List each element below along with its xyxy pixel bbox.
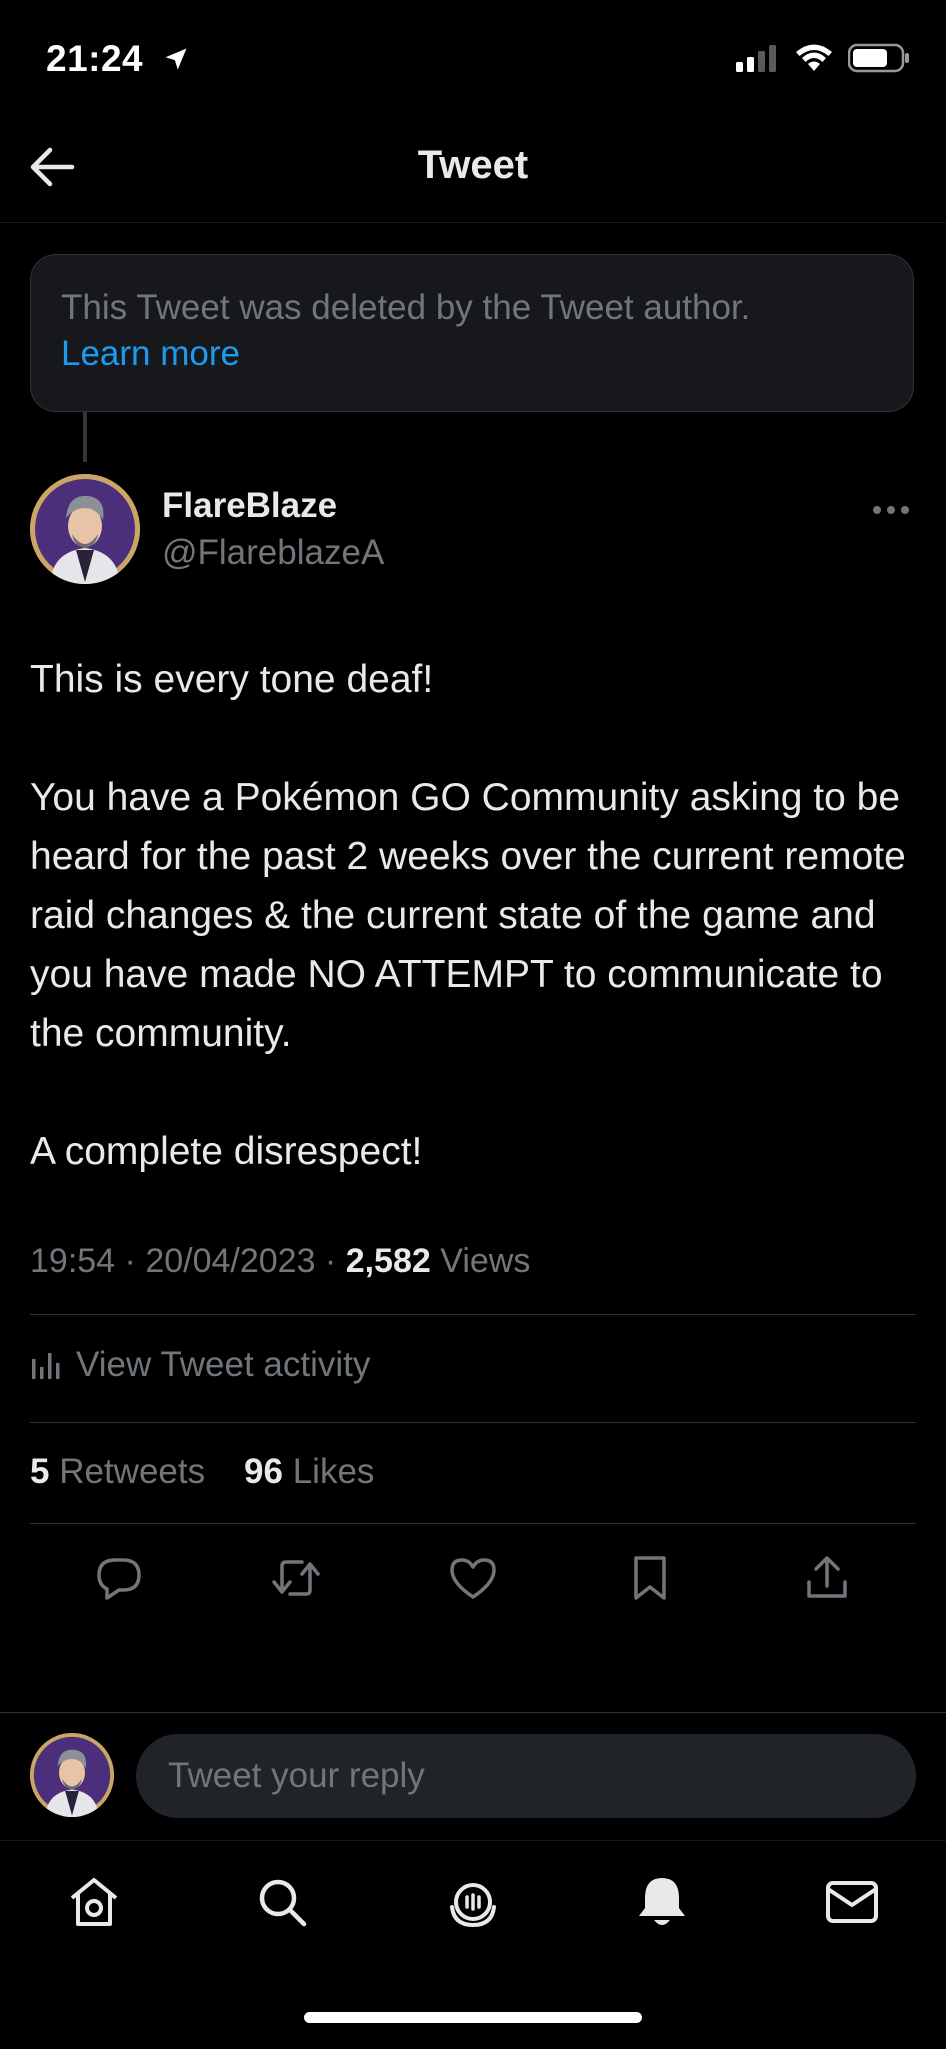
tweet-time: 19:54: [30, 1242, 116, 1280]
battery-icon: [847, 43, 910, 78]
reply-input[interactable]: [136, 1734, 916, 1818]
author-name[interactable]: FlareBlaze: [162, 486, 337, 526]
notifications-icon: [639, 1878, 685, 1925]
bookmark-button[interactable]: [610, 1548, 690, 1608]
views-count: 2,582: [345, 1242, 431, 1280]
reply-icon: [96, 1558, 141, 1600]
divider: [30, 1422, 916, 1423]
like-button[interactable]: [433, 1548, 513, 1608]
tweet-text: This is every tone deaf! You have a Poké…: [30, 650, 920, 1181]
like-icon: [450, 1558, 496, 1599]
page-title: Tweet: [417, 143, 529, 187]
reply-button[interactable]: [79, 1548, 159, 1608]
deleted-notice-text: This Tweet was deleted by the Tweet auth…: [61, 288, 751, 327]
views-label: Views: [440, 1242, 531, 1280]
status-time-text: 21:24: [46, 38, 144, 79]
wifi-icon: [794, 43, 834, 78]
status-indicators: [736, 40, 910, 80]
bookmark-icon: [634, 1556, 666, 1600]
engagement-stats: 5 Retweets 96 Likes: [30, 1452, 374, 1492]
divider: [30, 1523, 916, 1524]
retweet-button[interactable]: [256, 1548, 336, 1608]
home-icon: [70, 1878, 118, 1926]
author-handle[interactable]: @FlareblazeA: [162, 533, 384, 573]
tweet-paragraph: A complete disrespect!: [30, 1130, 423, 1173]
home-indicator[interactable]: [304, 2012, 642, 2023]
status-time: 21:24: [46, 38, 190, 82]
tweet-meta: 19:54 · 20/04/2023 · 2,582 Views: [30, 1242, 531, 1280]
more-options-button[interactable]: [872, 503, 910, 521]
analytics-icon: [32, 1353, 60, 1379]
tab-spaces[interactable]: [443, 1872, 503, 1932]
deleted-tweet-notice: This Tweet was deleted by the Tweet auth…: [30, 254, 914, 412]
tab-notifications[interactable]: [632, 1872, 692, 1932]
header-divider: [0, 222, 946, 223]
retweet-icon: [272, 1560, 320, 1596]
tab-search[interactable]: [252, 1872, 312, 1932]
location-arrow-icon: [162, 40, 190, 82]
likes-label: Likes: [292, 1452, 375, 1491]
user-avatar[interactable]: [30, 1733, 114, 1817]
tab-home[interactable]: [64, 1872, 124, 1932]
view-activity-button[interactable]: View Tweet activity: [30, 1345, 370, 1385]
tweet-paragraph: You have a Pokémon GO Community asking t…: [30, 776, 906, 1055]
retweets-label: Retweets: [59, 1452, 206, 1491]
tweet-date: 20/04/2023: [145, 1242, 316, 1280]
learn-more-link[interactable]: Learn more: [61, 331, 883, 377]
likes-count: 96: [244, 1452, 283, 1491]
share-icon: [807, 1556, 848, 1598]
likes-stat[interactable]: 96 Likes: [244, 1452, 374, 1491]
share-button[interactable]: [787, 1548, 867, 1608]
retweets-count: 5: [30, 1452, 50, 1491]
cellular-signal-icon: [736, 44, 780, 77]
tweet-paragraph: This is every tone deaf!: [30, 658, 434, 701]
messages-icon: [826, 1881, 878, 1923]
search-icon: [259, 1879, 307, 1927]
thread-connector-line: [83, 412, 87, 462]
author-avatar[interactable]: [30, 474, 140, 584]
spaces-icon: [450, 1883, 496, 1928]
divider: [30, 1314, 916, 1315]
retweets-stat[interactable]: 5 Retweets: [30, 1452, 215, 1491]
view-activity-label: View Tweet activity: [76, 1345, 371, 1384]
more-icon: [873, 506, 909, 514]
tab-messages[interactable]: [822, 1872, 882, 1932]
reply-divider: [0, 1712, 946, 1713]
tweet-actions: [30, 1548, 916, 1608]
